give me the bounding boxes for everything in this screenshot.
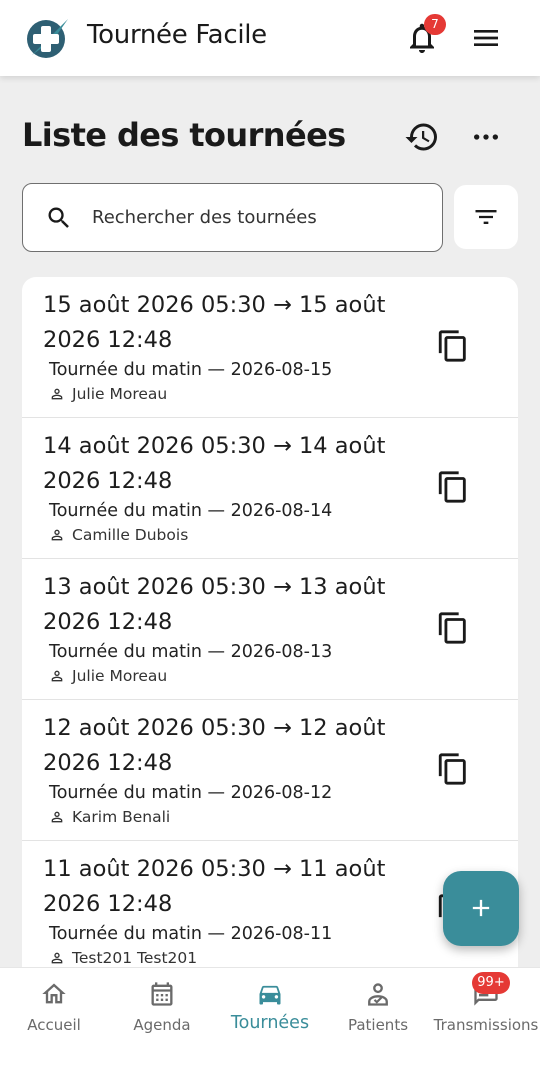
app-bar: Tournée Facile 7 bbox=[0, 0, 540, 76]
assignee-name: Karim Benali bbox=[72, 808, 171, 826]
tour-subtitle: Tournée du matin — 2026-08-15 bbox=[49, 360, 333, 380]
search-placeholder: Rechercher des tournées bbox=[92, 207, 317, 228]
copy-icon[interactable] bbox=[436, 752, 470, 786]
plus-icon bbox=[472, 899, 490, 917]
add-tour-button[interactable] bbox=[443, 871, 519, 946]
tour-assignee: Julie Moreau bbox=[49, 667, 167, 685]
tour-card[interactable]: 14 août 2026 05:30 → 14 août 2026 12:48 … bbox=[22, 418, 518, 559]
nav-item-tournees[interactable]: Tournées bbox=[216, 968, 324, 1048]
bottom-navigation: Accueil Agenda Tournées Patients Transmi… bbox=[0, 967, 540, 1091]
tour-subtitle: Tournée du matin — 2026-08-12 bbox=[49, 783, 333, 803]
copy-icon[interactable] bbox=[436, 470, 470, 504]
tour-subtitle: Tournée du matin — 2026-08-13 bbox=[49, 642, 333, 662]
tour-assignee: Camille Dubois bbox=[49, 526, 188, 544]
menu-icon[interactable] bbox=[470, 22, 502, 54]
notification-badge: 7 bbox=[424, 14, 446, 35]
tour-assignee: Karim Benali bbox=[49, 808, 170, 826]
nav-item-agenda[interactable]: Agenda bbox=[108, 968, 216, 1048]
home-icon bbox=[42, 983, 66, 1004]
person-icon bbox=[51, 529, 63, 541]
person-icon bbox=[51, 670, 63, 682]
search-icon bbox=[48, 207, 69, 228]
app-title: Tournée Facile bbox=[87, 20, 267, 50]
person-icon bbox=[51, 388, 63, 400]
nav-label: Transmissions bbox=[433, 1016, 539, 1034]
nav-label: Agenda bbox=[133, 1016, 191, 1034]
tour-card[interactable]: 13 août 2026 05:30 → 13 août 2026 12:48 … bbox=[22, 559, 518, 700]
tour-assignee: Test201 Test201 bbox=[49, 949, 197, 967]
tour-date-range: 11 août 2026 05:30 → 11 août 2026 12:48 bbox=[43, 856, 386, 917]
nav-label: Patients bbox=[347, 1016, 409, 1034]
car-icon bbox=[259, 985, 281, 1005]
app-logo bbox=[27, 19, 68, 58]
person-icon bbox=[51, 811, 63, 823]
history-icon[interactable] bbox=[404, 119, 440, 155]
tour-assignee: Julie Moreau bbox=[49, 385, 167, 403]
patient-icon bbox=[368, 983, 388, 1006]
transmissions-badge: 99+ bbox=[472, 972, 510, 994]
search-input[interactable]: Rechercher des tournées bbox=[22, 183, 443, 252]
more-options-icon[interactable] bbox=[470, 121, 502, 153]
assignee-name: Julie Moreau bbox=[72, 385, 168, 403]
person-icon bbox=[51, 952, 63, 964]
nav-label: Tournées bbox=[230, 1013, 310, 1033]
tour-date-range: 15 août 2026 05:30 → 15 août 2026 12:48 bbox=[43, 292, 386, 353]
page-title: Liste des tournées bbox=[22, 116, 346, 154]
filter-icon bbox=[475, 210, 497, 224]
assignee-name: Julie Moreau bbox=[72, 667, 168, 685]
nav-label: Accueil bbox=[27, 1016, 81, 1034]
tour-card[interactable]: 15 août 2026 05:30 → 15 août 2026 12:48 … bbox=[22, 277, 518, 418]
tour-date-range: 12 août 2026 05:30 → 12 août 2026 12:48 bbox=[43, 715, 386, 776]
copy-icon[interactable] bbox=[436, 329, 470, 363]
tour-card[interactable]: 12 août 2026 05:30 → 12 août 2026 12:48 … bbox=[22, 700, 518, 841]
copy-icon[interactable] bbox=[436, 611, 470, 645]
tour-subtitle: Tournée du matin — 2026-08-14 bbox=[49, 501, 333, 521]
assignee-name: Test201 Test201 bbox=[72, 949, 198, 967]
tour-date-range: 13 août 2026 05:30 → 13 août 2026 12:48 bbox=[43, 574, 386, 635]
tour-subtitle: Tournée du matin — 2026-08-11 bbox=[49, 924, 333, 944]
nav-item-patients[interactable]: Patients bbox=[324, 968, 432, 1048]
filter-button[interactable] bbox=[454, 185, 518, 249]
calendar-icon bbox=[151, 982, 173, 1006]
assignee-name: Camille Dubois bbox=[72, 526, 189, 544]
tour-date-range: 14 août 2026 05:30 → 14 août 2026 12:48 bbox=[43, 433, 386, 494]
nav-item-accueil[interactable]: Accueil bbox=[0, 968, 108, 1048]
